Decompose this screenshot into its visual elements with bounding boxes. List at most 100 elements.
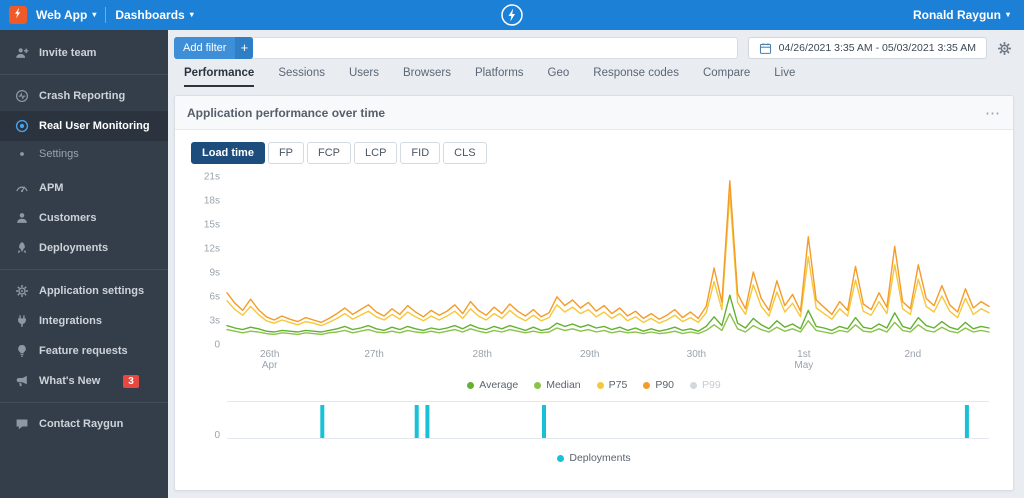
svg-text:26th: 26th (260, 349, 279, 360)
user-name: Ronald Raygun (912, 8, 1001, 22)
dashboard-settings-gear-icon[interactable] (997, 41, 1012, 56)
svg-text:27th: 27th (364, 349, 383, 360)
deployment-bar[interactable] (425, 405, 430, 438)
legend-dot (643, 381, 651, 389)
legend-label: P99 (702, 379, 721, 391)
tab-live[interactable]: Live (774, 67, 795, 87)
sidebar-item-label: Feature requests (39, 345, 128, 357)
topbar-right: Ronald Raygun ▾ (913, 8, 1024, 22)
chip-fcp[interactable]: FCP (307, 142, 352, 164)
legend-average[interactable]: Average (467, 379, 518, 391)
legend-label: P75 (608, 379, 628, 391)
sidebar-item-label: Application settings (39, 285, 145, 297)
card-menu-button[interactable]: ⋯ (985, 104, 1001, 122)
filter-row: Add filter + 04/26/2021 3:35 AM - 05/03/… (168, 30, 1024, 59)
legend-median[interactable]: Median (534, 379, 581, 391)
legend-p99[interactable]: P99 (690, 379, 721, 391)
svg-text:18s: 18s (204, 196, 220, 207)
apm-gauge-icon (14, 180, 30, 196)
chip-fp[interactable]: FP (267, 142, 305, 164)
deployment-bar[interactable] (542, 405, 546, 438)
chart-area: 0 3s 6s 9s 12s 15s 18s 21s 26th Apr 27th 28th 29th 30… (175, 164, 1013, 379)
card-header: Application performance over time ⋯ (175, 96, 1013, 130)
legend-dot (690, 381, 698, 389)
legend-label: Average (479, 379, 519, 391)
legend-label: Deployments (569, 452, 631, 464)
sidebar: Invite team Crash Reporting Real User Mo… (0, 30, 168, 498)
sidebar-item-label: Crash Reporting (39, 90, 126, 102)
raygun-logo[interactable] (9, 6, 27, 24)
deployment-bar[interactable] (414, 405, 419, 438)
performance-card: Application performance over time ⋯ Load… (174, 95, 1014, 491)
sidebar-item-customers[interactable]: Customers (0, 203, 168, 233)
chevron-down-icon: ▾ (92, 10, 97, 19)
sidebar-item-label: Contact Raygun (39, 418, 124, 430)
chip-load-time[interactable]: Load time (191, 142, 265, 164)
sidebar-item-invite-team[interactable]: Invite team (0, 38, 168, 68)
lightbulb-icon (14, 343, 30, 359)
deployment-bar[interactable] (320, 405, 325, 438)
sidebar-item-label: Deployments (39, 242, 109, 254)
deployments-area: 0 (175, 391, 1013, 444)
legend-p90[interactable]: P90 (643, 379, 674, 391)
tab-users[interactable]: Users (349, 67, 379, 87)
legend-dot (557, 454, 565, 462)
tab-platforms[interactable]: Platforms (475, 67, 524, 87)
app-window: Web App ▾ Dashboards ▾ Ronald Raygun ▾ I… (0, 0, 1024, 498)
chip-fid[interactable]: FID (400, 142, 441, 164)
crash-reporting-icon (14, 88, 30, 104)
dashboards-menu[interactable]: Dashboards ▾ (115, 8, 193, 22)
tab-performance[interactable]: Performance (184, 67, 255, 87)
svg-text:30th: 30th (687, 349, 706, 360)
dashboards-label: Dashboards (115, 8, 185, 22)
legend-deployments[interactable]: Deployments (557, 452, 631, 464)
chip-cls[interactable]: CLS (443, 142, 487, 164)
sidebar-divider (0, 402, 168, 403)
sidebar-item-whats-new[interactable]: What's New 3 (0, 366, 168, 396)
svg-text:28th: 28th (473, 349, 492, 360)
invite-team-icon (14, 45, 30, 61)
user-menu[interactable]: Ronald Raygun ▾ (913, 8, 1010, 22)
tab-response-codes[interactable]: Response codes (593, 67, 679, 87)
app-selector[interactable]: Web App ▾ (36, 8, 96, 22)
calendar-icon (759, 42, 772, 55)
legend-p75[interactable]: P75 (596, 379, 628, 391)
sidebar-item-deployments[interactable]: Deployments (0, 233, 168, 263)
sidebar-item-application-settings[interactable]: Application settings (0, 276, 168, 306)
chevron-down-icon: ▾ (189, 10, 194, 19)
legend-dot (467, 381, 475, 389)
customers-icon (14, 210, 30, 226)
tab-compare[interactable]: Compare (703, 67, 750, 87)
tab-geo[interactable]: Geo (548, 67, 570, 87)
sidebar-item-crash-reporting[interactable]: Crash Reporting (0, 81, 168, 111)
date-range-value: 04/26/2021 3:35 AM - 05/03/2021 3:35 AM (778, 42, 976, 54)
add-filter-button[interactable]: Add filter + (174, 36, 254, 59)
svg-text:6s: 6s (209, 292, 220, 303)
svg-text:3s: 3s (209, 316, 220, 327)
svg-text:1st: 1st (797, 349, 811, 360)
chart-legend: Average Median P75 P90 P99 (175, 379, 1013, 391)
megaphone-icon (14, 373, 30, 389)
tab-browsers[interactable]: Browsers (403, 67, 451, 87)
add-filter-label: Add filter (183, 41, 227, 54)
sidebar-item-label: What's New (39, 375, 101, 387)
topbar-left: Web App ▾ Dashboards ▾ (0, 6, 194, 24)
tab-sessions[interactable]: Sessions (278, 67, 325, 87)
lightning-icon[interactable] (500, 3, 524, 32)
sidebar-item-apm[interactable]: APM (0, 173, 168, 203)
date-range-picker[interactable]: 04/26/2021 3:35 AM - 05/03/2021 3:35 AM (747, 37, 987, 59)
legend-label: Median (546, 379, 581, 391)
gear-icon (14, 283, 30, 299)
series-p75 (226, 192, 990, 327)
sidebar-item-integrations[interactable]: Integrations (0, 306, 168, 336)
deployment-bar[interactable] (964, 405, 969, 438)
sidebar-item-real-user-monitoring[interactable]: Real User Monitoring (0, 111, 168, 141)
deployments-legend: Deployments (175, 452, 1013, 464)
sidebar-item-contact-raygun[interactable]: Contact Raygun (0, 409, 168, 439)
filter-bar[interactable]: Add filter + (174, 36, 738, 59)
sidebar-item-feature-requests[interactable]: Feature requests (0, 336, 168, 366)
chat-icon (14, 416, 30, 432)
chip-lcp[interactable]: LCP (354, 142, 398, 164)
sidebar-item-settings[interactable]: Settings (0, 141, 168, 167)
topbar: Web App ▾ Dashboards ▾ Ronald Raygun ▾ (0, 0, 1024, 30)
